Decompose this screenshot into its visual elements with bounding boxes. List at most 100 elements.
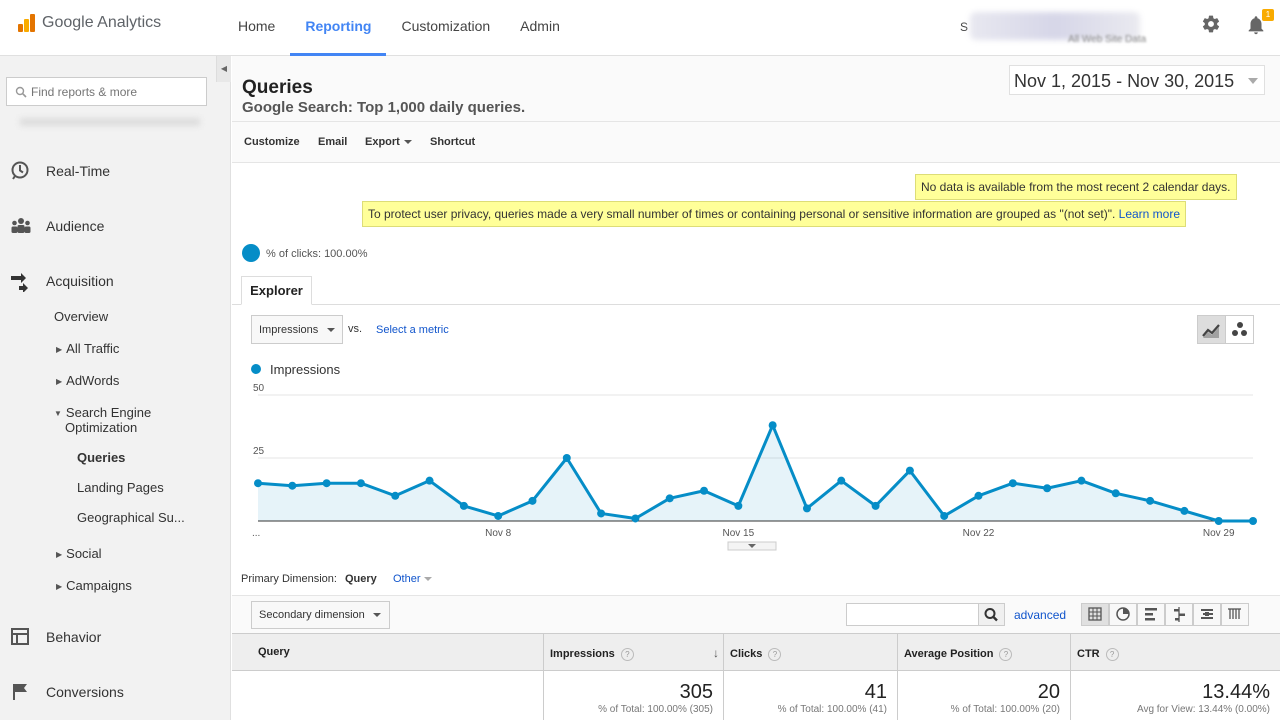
shortcut-button[interactable]: Shortcut bbox=[430, 136, 475, 148]
sidebar-item-overview[interactable]: Overview bbox=[54, 309, 108, 324]
learn-more-link[interactable]: Learn more bbox=[1119, 207, 1180, 221]
data-point bbox=[837, 476, 846, 485]
bars-icon bbox=[1145, 608, 1157, 621]
export-label: Export bbox=[365, 136, 400, 148]
column-header-ctr[interactable]: CTR? bbox=[1070, 634, 1280, 672]
sidebar-item-audience[interactable]: Audience bbox=[0, 215, 230, 239]
sidebar-item-label: AdWords bbox=[66, 373, 120, 388]
primary-dimension-other[interactable]: Other bbox=[393, 573, 432, 585]
date-range-label: Nov 1, 2015 - Nov 30, 2015 bbox=[1014, 71, 1235, 91]
pie-icon bbox=[1116, 607, 1130, 621]
sidebar-item-adwords[interactable]: ▶ AdWords bbox=[56, 373, 119, 388]
account-name: S bbox=[960, 20, 969, 34]
line-chart-button[interactable] bbox=[1197, 315, 1226, 344]
column-header-impressions[interactable]: Impressions? ↓ bbox=[543, 634, 723, 672]
customize-button[interactable]: Customize bbox=[244, 136, 300, 148]
sidebar-item-label: Behavior bbox=[46, 629, 102, 645]
data-point bbox=[631, 514, 640, 523]
main-nav: Home Reporting Customization Admin bbox=[238, 0, 575, 56]
tab-explorer[interactable]: Explorer bbox=[241, 276, 312, 305]
search-icon bbox=[15, 86, 27, 98]
data-point bbox=[425, 476, 434, 485]
total-impressions: 305 % of Total: 100.00% (305) bbox=[543, 671, 723, 720]
account-selector[interactable]: S All Web Site Data bbox=[960, 10, 1180, 46]
select-metric-link[interactable]: Select a metric bbox=[376, 324, 449, 336]
help-icon[interactable]: ? bbox=[620, 648, 634, 661]
export-button[interactable]: Export bbox=[365, 136, 412, 148]
tabs-divider bbox=[232, 304, 1280, 305]
data-point bbox=[391, 491, 400, 500]
x-tick-label: ... bbox=[252, 528, 260, 539]
data-point bbox=[802, 504, 811, 513]
help-icon[interactable]: ? bbox=[999, 648, 1013, 661]
data-point bbox=[597, 509, 606, 518]
clicks-percentage-text: % of clicks: 100.00% bbox=[266, 248, 368, 260]
secondary-dimension-dropdown[interactable]: Secondary dimension bbox=[251, 601, 390, 629]
data-point bbox=[768, 421, 777, 430]
view-term-cloud-button[interactable] bbox=[1193, 603, 1221, 626]
sidebar-item-realtime[interactable]: Real-Time bbox=[0, 160, 230, 184]
column-header-clicks[interactable]: Clicks? bbox=[723, 634, 897, 672]
sidebar-item-all-traffic[interactable]: ▶ All Traffic bbox=[56, 341, 119, 356]
motion-chart-button[interactable] bbox=[1225, 315, 1254, 344]
sidebar-item-queries[interactable]: Queries bbox=[77, 450, 125, 465]
data-point bbox=[700, 486, 709, 495]
legend-series-name: Impressions bbox=[270, 362, 341, 377]
sidebar-item-geographical-summary[interactable]: Geographical Su... bbox=[77, 510, 185, 525]
nav-admin[interactable]: Admin bbox=[505, 0, 575, 56]
view-comparison-button[interactable] bbox=[1165, 603, 1193, 626]
privacy-notice-text: To protect user privacy, queries made a … bbox=[368, 207, 1116, 221]
view-data-table-button[interactable] bbox=[1081, 603, 1109, 626]
view-pivot-button[interactable] bbox=[1221, 603, 1249, 626]
sidebar: ◀ Real-Time Audience Acquisition Overvie… bbox=[0, 56, 231, 720]
report-search-input[interactable] bbox=[31, 83, 201, 101]
x-tick-label: Nov 15 bbox=[723, 528, 755, 539]
data-point bbox=[356, 479, 365, 488]
expand-arrow-icon: ▶ bbox=[56, 582, 63, 592]
sort-descending-icon: ↓ bbox=[713, 646, 719, 660]
advanced-filter-link[interactable]: advanced bbox=[1014, 608, 1066, 622]
google-analytics-logo[interactable]: Google Analytics bbox=[18, 14, 161, 32]
data-point bbox=[905, 466, 914, 475]
sidebar-item-label: Campaigns bbox=[66, 578, 132, 593]
nav-customization[interactable]: Customization bbox=[386, 0, 505, 56]
nav-reporting[interactable]: Reporting bbox=[290, 0, 387, 56]
sidebar-item-acquisition[interactable]: Acquisition bbox=[0, 270, 230, 294]
table-totals-row: 305 % of Total: 100.00% (305) 41 % of To… bbox=[232, 671, 1280, 720]
sidebar-item-label: Real-Time bbox=[46, 163, 111, 179]
grid-table-icon bbox=[1088, 607, 1102, 621]
help-icon[interactable]: ? bbox=[768, 648, 782, 661]
help-icon[interactable]: ? bbox=[1105, 648, 1119, 661]
view-pie-button[interactable] bbox=[1109, 603, 1137, 626]
sidebar-item-seo[interactable]: ▼ Search Engine Optimization bbox=[54, 405, 151, 435]
acquisition-arrows-icon bbox=[11, 273, 28, 292]
gear-icon[interactable] bbox=[1201, 14, 1221, 34]
account-view-name: All Web Site Data bbox=[1068, 34, 1147, 45]
date-range-picker[interactable]: Nov 1, 2015 - Nov 30, 2015 bbox=[1009, 65, 1265, 95]
view-performance-button[interactable] bbox=[1137, 603, 1165, 626]
x-tick-label: Nov 29 bbox=[1203, 528, 1235, 539]
top-bar: Google Analytics Home Reporting Customiz… bbox=[0, 0, 1280, 56]
column-header-average-position[interactable]: Average Position? bbox=[897, 634, 1070, 672]
table-filter-input[interactable] bbox=[846, 603, 979, 626]
vs-label: vs. bbox=[348, 323, 363, 335]
total-clicks: 41 % of Total: 100.00% (41) bbox=[723, 671, 897, 720]
sidebar-item-landing-pages[interactable]: Landing Pages bbox=[77, 480, 164, 495]
report-search[interactable] bbox=[6, 77, 207, 106]
metric-dropdown-value: Impressions bbox=[259, 324, 319, 336]
search-icon bbox=[984, 608, 998, 622]
table-search-button[interactable] bbox=[978, 603, 1005, 626]
collapse-sidebar-button[interactable]: ◀ bbox=[216, 56, 231, 82]
column-header-query[interactable]: Query bbox=[232, 634, 544, 672]
nav-home[interactable]: Home bbox=[238, 0, 290, 56]
metric-dropdown[interactable]: Impressions bbox=[251, 315, 343, 344]
behavior-layout-icon bbox=[11, 628, 29, 645]
sidebar-item-label: Social bbox=[66, 546, 102, 561]
sidebar-item-conversions[interactable]: Conversions bbox=[0, 681, 230, 705]
sidebar-item-campaigns[interactable]: ▶ Campaigns bbox=[56, 578, 132, 593]
sidebar-item-social[interactable]: ▶ Social bbox=[56, 546, 102, 561]
data-point bbox=[1249, 517, 1257, 525]
sidebar-item-behavior[interactable]: Behavior bbox=[0, 626, 230, 650]
email-button[interactable]: Email bbox=[318, 136, 347, 148]
primary-dimension-query[interactable]: Query bbox=[345, 573, 377, 585]
